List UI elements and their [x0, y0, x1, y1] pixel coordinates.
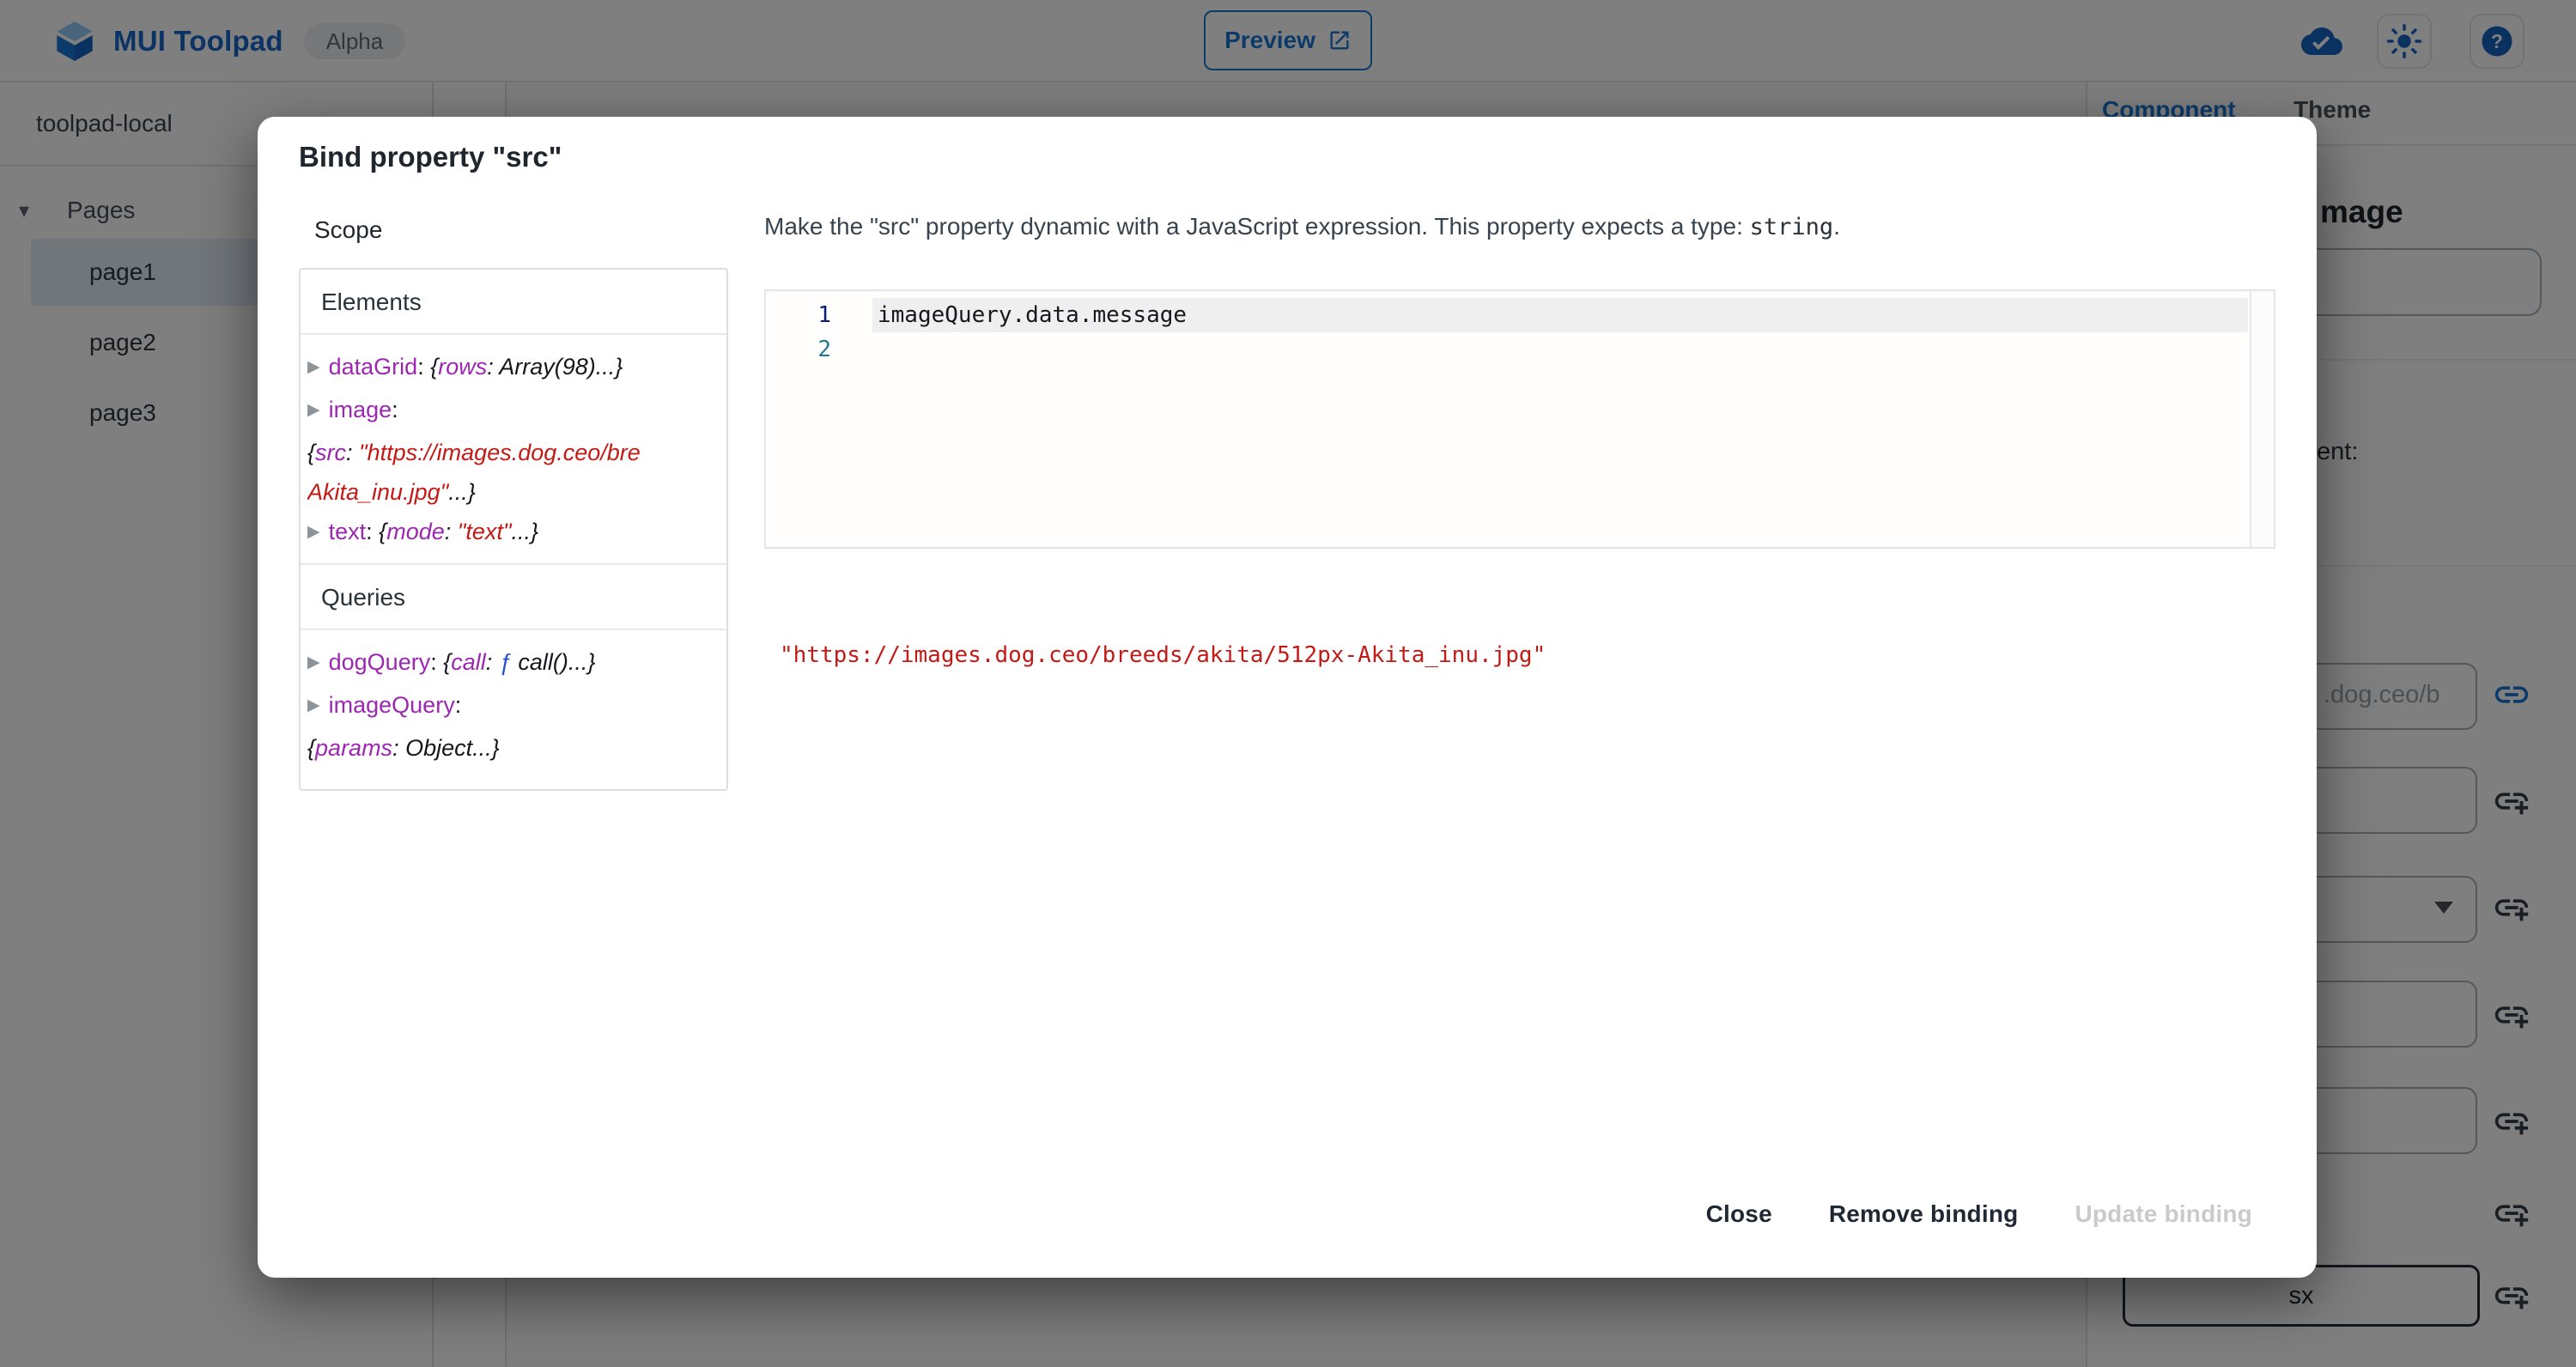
expand-arrow-icon: ▶ [307, 523, 320, 541]
line-number: 2 [766, 332, 831, 367]
bind-property-dialog: Bind property "src" Scope Make the "src"… [258, 117, 2317, 1278]
scope-row-image[interactable]: ▶image:{src: "https://images.dog.ceo/bre… [307, 390, 720, 512]
expression-result: "https://images.dog.ceo/breeds/akita/512… [780, 642, 1546, 668]
scope-section-elements: Elements [301, 270, 726, 333]
dialog-title: Bind property "src" [299, 141, 562, 173]
expand-arrow-icon: ▶ [307, 401, 320, 419]
expand-arrow-icon: ▶ [307, 653, 320, 671]
scope-section-queries: Queries [301, 565, 726, 629]
scope-row-imageQuery[interactable]: ▶imageQuery:{params: Object...} [307, 685, 720, 768]
toolpad-editor-screen: MUI Toolpad Alpha Preview [0, 0, 2576, 1367]
update-binding-button[interactable]: Update binding [2075, 1200, 2252, 1228]
scope-queries-list: ▶dogQuery: {call: ƒ call()...} ▶imageQue… [301, 630, 726, 776]
scope-tree: Elements ▶dataGrid: {rows: Array(98)...}… [299, 268, 728, 791]
scope-row-text[interactable]: ▶text: {mode: "text"...} [307, 512, 720, 555]
dialog-description: Make the "src" property dynamic with a J… [764, 213, 2258, 240]
close-button[interactable]: Close [1706, 1200, 1772, 1228]
scope-elements-list: ▶dataGrid: {rows: Array(98)...} ▶image:{… [301, 335, 726, 563]
remove-binding-button[interactable]: Remove binding [1829, 1200, 2019, 1228]
dialog-actions: Close Remove binding Update binding [1706, 1200, 2252, 1228]
expression-editor[interactable]: 1 2 imageQuery.data.message [764, 289, 2275, 549]
scope-label: Scope [314, 216, 382, 244]
editor-gutter: 1 2 [766, 291, 871, 547]
expand-arrow-icon: ▶ [307, 358, 320, 376]
scope-row-dataGrid[interactable]: ▶dataGrid: {rows: Array(98)...} [307, 347, 720, 390]
editor-code[interactable]: imageQuery.data.message [878, 298, 1187, 332]
expected-type: string [1750, 214, 1834, 240]
editor-scrollbar[interactable] [2250, 291, 2274, 547]
expand-arrow-icon: ▶ [307, 696, 320, 714]
scope-row-dogQuery[interactable]: ▶dogQuery: {call: ƒ call()...} [307, 642, 720, 685]
line-number: 1 [766, 298, 831, 332]
